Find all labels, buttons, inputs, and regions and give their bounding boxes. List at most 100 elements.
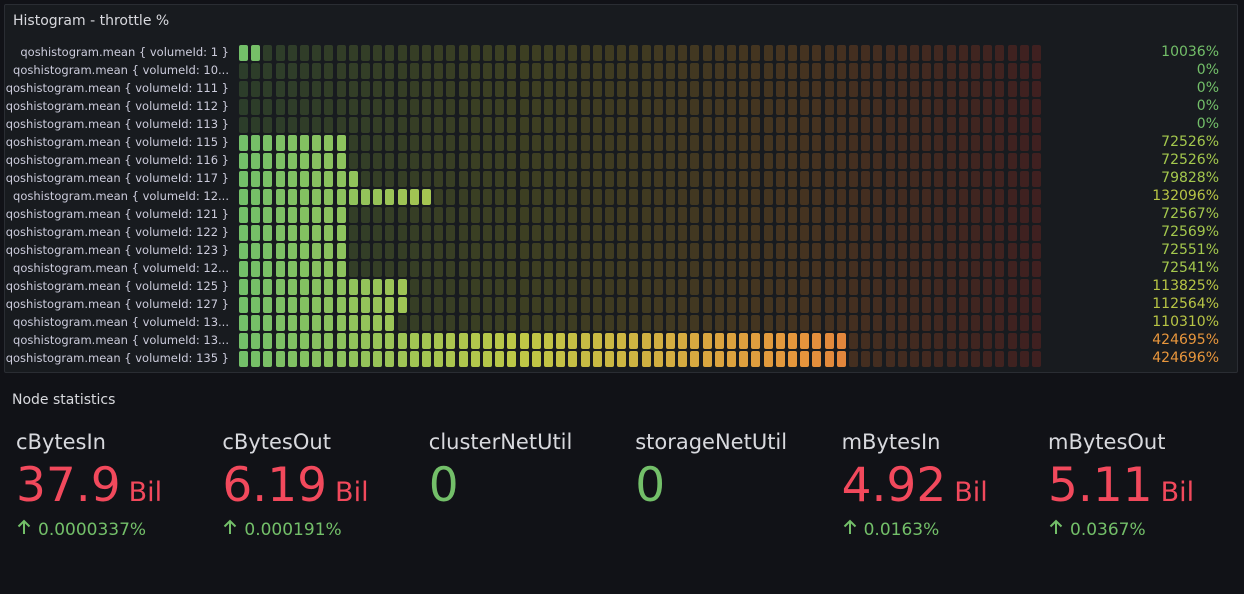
gauge-cell-filled [348, 189, 358, 205]
gauge-cell-empty [336, 117, 346, 133]
gauge-cell-empty [1019, 243, 1029, 259]
gauge-cell-empty [897, 45, 907, 61]
gauge-cell-empty [873, 225, 883, 241]
gauge-cell-filled [373, 351, 383, 367]
gauge-cell-empty [946, 135, 956, 151]
gauge-cell-filled [287, 351, 297, 367]
gauge-cell-empty [971, 207, 980, 223]
gauge-cell-empty [763, 297, 773, 313]
gauge-cell-filled [312, 135, 322, 151]
gauge-cell-empty [958, 99, 968, 115]
gauge-cell-empty [775, 99, 785, 115]
gauge-cell-empty [873, 135, 883, 151]
gauge-cell-empty [946, 351, 956, 367]
gauge-cell-empty [849, 225, 858, 241]
gauge-cell-empty [348, 243, 358, 259]
panel-title[interactable]: Histogram - throttle % [13, 13, 169, 29]
gauge-cell-empty [483, 207, 492, 223]
gauge-cell-empty [678, 81, 688, 97]
gauge-cell-empty [397, 315, 407, 331]
gauge-cell-filled [788, 333, 797, 349]
gauge-cell-empty [958, 243, 968, 259]
gauge-cell-empty [483, 81, 492, 97]
gauge-cell-empty [995, 315, 1005, 331]
gauge-cell-empty [531, 315, 541, 331]
gauge-cell-empty [422, 63, 431, 79]
gauge-cell-empty [434, 45, 444, 61]
gauge-cell-empty [788, 45, 797, 61]
gauge-cell-empty [714, 117, 724, 133]
gauge-cell-empty [531, 225, 541, 241]
gauge-cell-empty [409, 225, 419, 241]
gauge-cell-empty [1019, 135, 1029, 151]
gauge-cell-empty [788, 207, 797, 223]
gauge-value: 0% [1196, 62, 1219, 78]
gauge-cell-empty [775, 171, 785, 187]
gauge-cell-empty [629, 243, 639, 259]
gauge-cell-empty [910, 207, 919, 223]
gauge-cell-empty [556, 135, 566, 151]
gauge-cell-filled [324, 153, 334, 169]
section-title[interactable]: Node statistics [12, 392, 115, 408]
gauge-cell-empty [580, 279, 590, 295]
gauge-cell-filled [385, 189, 395, 205]
gauge-cell-empty [531, 207, 541, 223]
gauge-cell-empty [751, 81, 761, 97]
gauge-cell-empty [897, 261, 907, 277]
gauge-cell-filled [763, 333, 773, 349]
gauge-cell-empty [690, 99, 700, 115]
gauge-cell-filled [348, 333, 358, 349]
gauge-cell-empty [934, 261, 944, 277]
gauge-cell-empty [800, 261, 810, 277]
gauge-cell-empty [763, 207, 773, 223]
gauge-cell-empty [690, 189, 700, 205]
gauge-cell-empty [836, 279, 846, 295]
gauge-cell-filled [251, 153, 261, 169]
gauge-cell-empty [812, 297, 822, 313]
gauge-cell-filled [836, 333, 846, 349]
gauge-cell-empty [544, 315, 553, 331]
gauge-cell-empty [1007, 171, 1017, 187]
gauge-cell-empty [788, 171, 797, 187]
gauge-cell-filled [348, 279, 358, 295]
gauge-cell-empty [751, 63, 761, 79]
stat-value: 37.9 Bil [16, 460, 216, 519]
gauge-cell-empty [263, 45, 273, 61]
gauge-cell-empty [361, 243, 370, 259]
gauge-cell-empty [434, 135, 444, 151]
gauge-cell-filled [275, 279, 285, 295]
gauge-cell-empty [885, 297, 895, 313]
gauge-cell-empty [727, 261, 736, 277]
gauge-cell-filled [275, 207, 285, 223]
gauge-cell-empty [873, 333, 883, 349]
gauge-cell-empty [605, 279, 614, 295]
gauge-cell-empty [531, 189, 541, 205]
gauge-cell-empty [434, 243, 444, 259]
gauge-cell-empty [885, 81, 895, 97]
gauge-cell-empty [751, 225, 761, 241]
gauge-cell-empty [922, 99, 932, 115]
gauge-cell-filled [336, 189, 346, 205]
gauge-cell-empty [348, 135, 358, 151]
gauge-cell-empty [1032, 279, 1041, 295]
gauge-cell-empty [617, 171, 627, 187]
gauge-cell-empty [983, 261, 993, 277]
gauge-row: qoshistogram.mean { volumeId: 112 } 0% [5, 97, 1239, 115]
gauge-cell-empty [812, 135, 822, 151]
gauge-cell-empty [739, 171, 749, 187]
gauge-cell-filled [824, 351, 834, 367]
gauge-cell-empty [849, 117, 858, 133]
gauge-cell-empty [775, 63, 785, 79]
gauge-cell-empty [800, 189, 810, 205]
gauge-cell-empty [727, 279, 736, 295]
gauge-cell-empty [849, 135, 858, 151]
gauge-cell-filled [251, 261, 261, 277]
gauge-cell-filled [324, 225, 334, 241]
gauge-cell-filled [373, 333, 383, 349]
gauge-cell-empty [873, 117, 883, 133]
gauge-cell-empty [446, 117, 456, 133]
gauge-cell-empty [470, 279, 480, 295]
gauge-cell-empty [531, 99, 541, 115]
gauge-cell-filled [263, 333, 273, 349]
gauge-cell-empty [300, 99, 309, 115]
